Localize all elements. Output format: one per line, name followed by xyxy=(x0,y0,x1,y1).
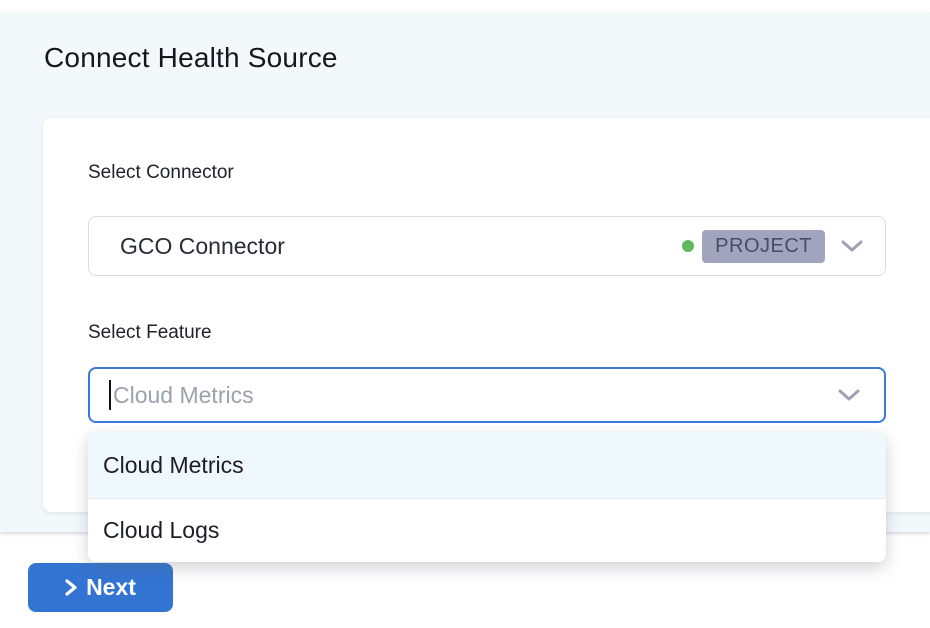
next-button-label: Next xyxy=(86,574,136,601)
page-title: Connect Health Source xyxy=(44,42,338,74)
chevron-right-icon xyxy=(65,579,77,596)
feature-input[interactable] xyxy=(90,369,884,421)
chevron-down-icon[interactable] xyxy=(841,240,863,253)
dropdown-option-cloud-metrics[interactable]: Cloud Metrics xyxy=(88,432,886,499)
feature-dropdown-menu: Cloud Metrics Cloud Logs xyxy=(88,432,886,562)
select-feature-label: Select Feature xyxy=(88,322,212,344)
text-caret xyxy=(109,380,111,410)
feature-select-field xyxy=(88,367,886,423)
select-connector-label: Select Connector xyxy=(88,162,234,184)
chevron-down-icon[interactable] xyxy=(838,389,860,407)
dropdown-option-cloud-logs[interactable]: Cloud Logs xyxy=(88,499,886,562)
green-status-dot-icon xyxy=(682,240,694,252)
connector-selected-value: GCO Connector xyxy=(120,233,285,260)
scope-badge: PROJECT xyxy=(702,230,825,263)
connector-select[interactable]: GCO Connector PROJECT xyxy=(88,216,886,276)
next-button[interactable]: Next xyxy=(28,563,173,612)
connector-select-right: PROJECT xyxy=(682,230,885,263)
